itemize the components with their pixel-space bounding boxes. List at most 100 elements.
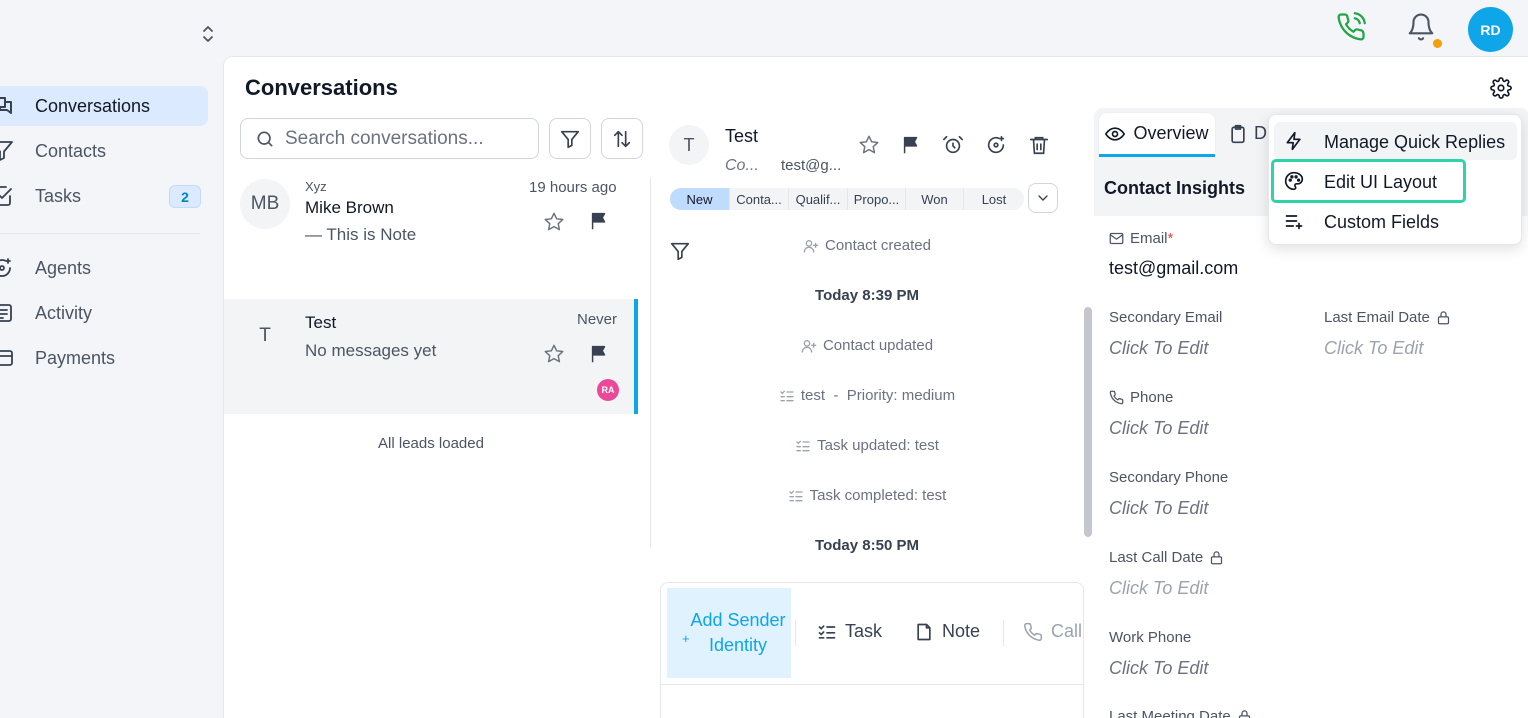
email-value[interactable]: test@gmail.com xyxy=(1109,258,1238,279)
eye-icon xyxy=(1105,124,1126,144)
composer-tab-task[interactable]: Task xyxy=(817,621,882,642)
trash-icon[interactable] xyxy=(1028,134,1050,156)
search-input[interactable] xyxy=(285,127,525,151)
stage-won[interactable]: Won xyxy=(906,188,964,210)
field-label-text: Last Meeting Date xyxy=(1109,708,1231,718)
conversation-name: Mike Brown xyxy=(305,198,394,217)
add-sender-identity-button[interactable]: + Add Sender Identity xyxy=(667,588,791,678)
field-label-text: Email xyxy=(1130,230,1168,247)
timeline-scrollbar[interactable] xyxy=(1084,307,1092,537)
composer-toolbar: + Add Sender Identity Task Note Call xyxy=(661,583,1083,685)
sort-button[interactable] xyxy=(601,118,643,159)
flag-icon[interactable] xyxy=(588,210,610,232)
field-label-text: Work Phone xyxy=(1109,629,1192,646)
phone-icon[interactable] xyxy=(1336,12,1366,42)
settings-dropdown-menu: Manage Quick Replies Edit UI Layout Cust… xyxy=(1268,114,1522,245)
menu-item-label: Manage Quick Replies xyxy=(1324,132,1506,152)
conversation-preview: — This is Note xyxy=(305,225,417,244)
timeline-event: Contact created xyxy=(710,237,1024,254)
menu-item-label: Edit UI Layout xyxy=(1324,172,1438,192)
secondary-phone-field[interactable]: Click To Edit xyxy=(1109,498,1208,519)
top-bar: RD xyxy=(0,0,1528,56)
conversation-item-selected[interactable]: T Test No messages yet Never RA xyxy=(224,299,638,414)
timeline-event: test - Priority: medium xyxy=(710,387,1024,404)
sidebar-item-agents[interactable]: Agents xyxy=(0,248,208,288)
stage-lost[interactable]: Lost xyxy=(964,188,1024,210)
sidebar-item-contacts[interactable]: Contacts xyxy=(0,131,208,171)
divider xyxy=(795,620,796,646)
timeline-event-text: Contact created xyxy=(825,237,931,254)
star-icon[interactable] xyxy=(543,211,565,233)
menu-item-custom-fields[interactable]: Custom Fields xyxy=(1274,202,1517,240)
stage-proposal[interactable]: Propo... xyxy=(848,188,906,210)
composer-tab-note[interactable]: Note xyxy=(914,621,980,642)
search-box xyxy=(240,118,539,159)
filter-button[interactable] xyxy=(549,118,591,159)
field-label-text: Last Call Date xyxy=(1109,549,1204,566)
star-icon[interactable] xyxy=(543,343,565,365)
field-label-text: Last Email Date xyxy=(1324,309,1430,326)
conversation-company: Xyz xyxy=(305,179,327,194)
phone-field[interactable]: Click To Edit xyxy=(1109,418,1208,439)
secondary-email-label: Secondary Email xyxy=(1109,309,1222,326)
page-title: Conversations xyxy=(245,75,398,100)
flag-icon[interactable] xyxy=(588,343,610,365)
timeline-event-text: Contact updated xyxy=(822,337,934,354)
timeline-date: Today 8:50 PM xyxy=(815,537,919,554)
last-email-date-label: Last Email Date xyxy=(1324,309,1451,326)
list-plus-icon xyxy=(1284,211,1304,231)
assignee-badge: RA xyxy=(597,379,619,401)
bolt-icon xyxy=(1284,131,1304,151)
contact-avatar: MB xyxy=(240,179,290,229)
secondary-email-field[interactable]: Click To Edit xyxy=(1109,338,1208,359)
last-call-date-label: Last Call Date xyxy=(1109,549,1224,566)
sidebar-item-payments[interactable]: Payments xyxy=(0,338,208,378)
menu-item-manage-quick-replies[interactable]: Manage Quick Replies xyxy=(1274,122,1517,160)
menu-item-edit-ui-layout[interactable]: Edit UI Layout xyxy=(1271,159,1466,203)
user-avatar[interactable]: RD xyxy=(1468,7,1513,52)
column-divider xyxy=(650,177,651,547)
mail-icon xyxy=(1109,231,1124,246)
stage-qualified[interactable]: Qualif... xyxy=(789,188,848,210)
sidebar-item-label: Activity xyxy=(35,303,93,323)
composer-tab-label: Task xyxy=(845,621,883,641)
sidebar-item-conversations[interactable]: Conversations xyxy=(0,86,208,126)
conversation-item[interactable]: MB Xyz Mike Brown — This is Note 19 hour… xyxy=(224,175,638,295)
tab-details[interactable]: D xyxy=(1228,123,1267,144)
conversation-name: Test xyxy=(305,313,337,332)
tasks-count-badge: 2 xyxy=(169,185,201,208)
contact-name[interactable]: Test xyxy=(725,126,758,147)
pipeline-stage-bar: New Conta... Qualif... Propo... Won Lost xyxy=(670,188,1024,210)
list-check-icon xyxy=(779,388,795,404)
message-composer: + Add Sender Identity Task Note Call xyxy=(660,582,1084,718)
user-plus-icon xyxy=(801,338,817,354)
stage-contacted[interactable]: Conta... xyxy=(730,188,789,210)
activity-icon xyxy=(0,301,14,325)
work-phone-field[interactable]: Click To Edit xyxy=(1109,658,1208,679)
flag-icon[interactable] xyxy=(900,134,922,156)
chevron-updown-icon[interactable] xyxy=(199,24,217,44)
timeline-event-text: Task completed: test xyxy=(809,487,947,504)
contact-avatar: T xyxy=(259,325,271,346)
search-icon xyxy=(255,129,275,149)
phone-label: Phone xyxy=(1109,389,1173,406)
composer-tab-call[interactable]: Call xyxy=(1023,621,1082,642)
alarm-icon[interactable] xyxy=(942,134,964,156)
sidebar-item-tasks[interactable]: Tasks 2 xyxy=(0,176,208,216)
last-email-date-field: Click To Edit xyxy=(1324,338,1424,358)
star-icon[interactable] xyxy=(858,134,880,156)
gear-icon[interactable] xyxy=(1490,77,1512,99)
tab-overview[interactable]: Overview xyxy=(1099,113,1215,157)
plus-icon: + xyxy=(682,631,690,646)
agent-icon[interactable] xyxy=(985,134,1007,156)
sidebar-divider xyxy=(0,233,200,234)
bell-icon[interactable] xyxy=(1406,12,1436,42)
filter-icon[interactable] xyxy=(669,240,691,262)
list-check-icon xyxy=(817,622,837,642)
stage-new[interactable]: New xyxy=(670,188,730,210)
lock-icon xyxy=(1436,310,1451,325)
list-footer: All leads loaded xyxy=(378,435,484,452)
stage-expand-button[interactable] xyxy=(1028,183,1058,213)
sidebar-item-activity[interactable]: Activity xyxy=(0,293,208,333)
lock-icon xyxy=(1237,709,1252,718)
